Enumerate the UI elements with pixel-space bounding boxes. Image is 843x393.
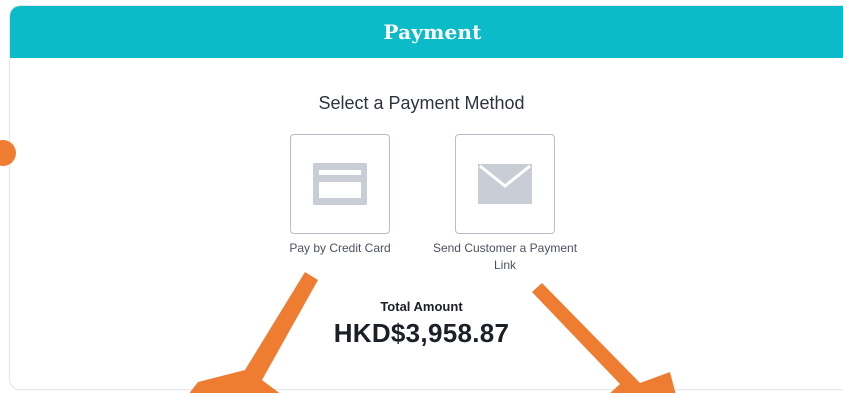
pay-by-credit-card-button[interactable]: [290, 134, 390, 234]
envelope-icon: [478, 164, 532, 204]
credit-card-option-label: Pay by Credit Card: [289, 241, 391, 255]
total-amount-value: HKD$3,958.87: [333, 318, 510, 348]
payment-method-heading: Select a Payment Method: [318, 93, 525, 113]
card-header: Payment: [10, 6, 843, 58]
page-title: Payment: [383, 20, 482, 44]
payment-link-option-label: Send Customer a Payment Link: [432, 241, 578, 272]
send-payment-link-button[interactable]: [455, 134, 555, 234]
credit-card-icon: [313, 163, 367, 205]
total-amount-label: Total Amount: [380, 299, 463, 314]
screenshot-stage: Payment Select a Payment Method Pay by C…: [0, 0, 843, 393]
